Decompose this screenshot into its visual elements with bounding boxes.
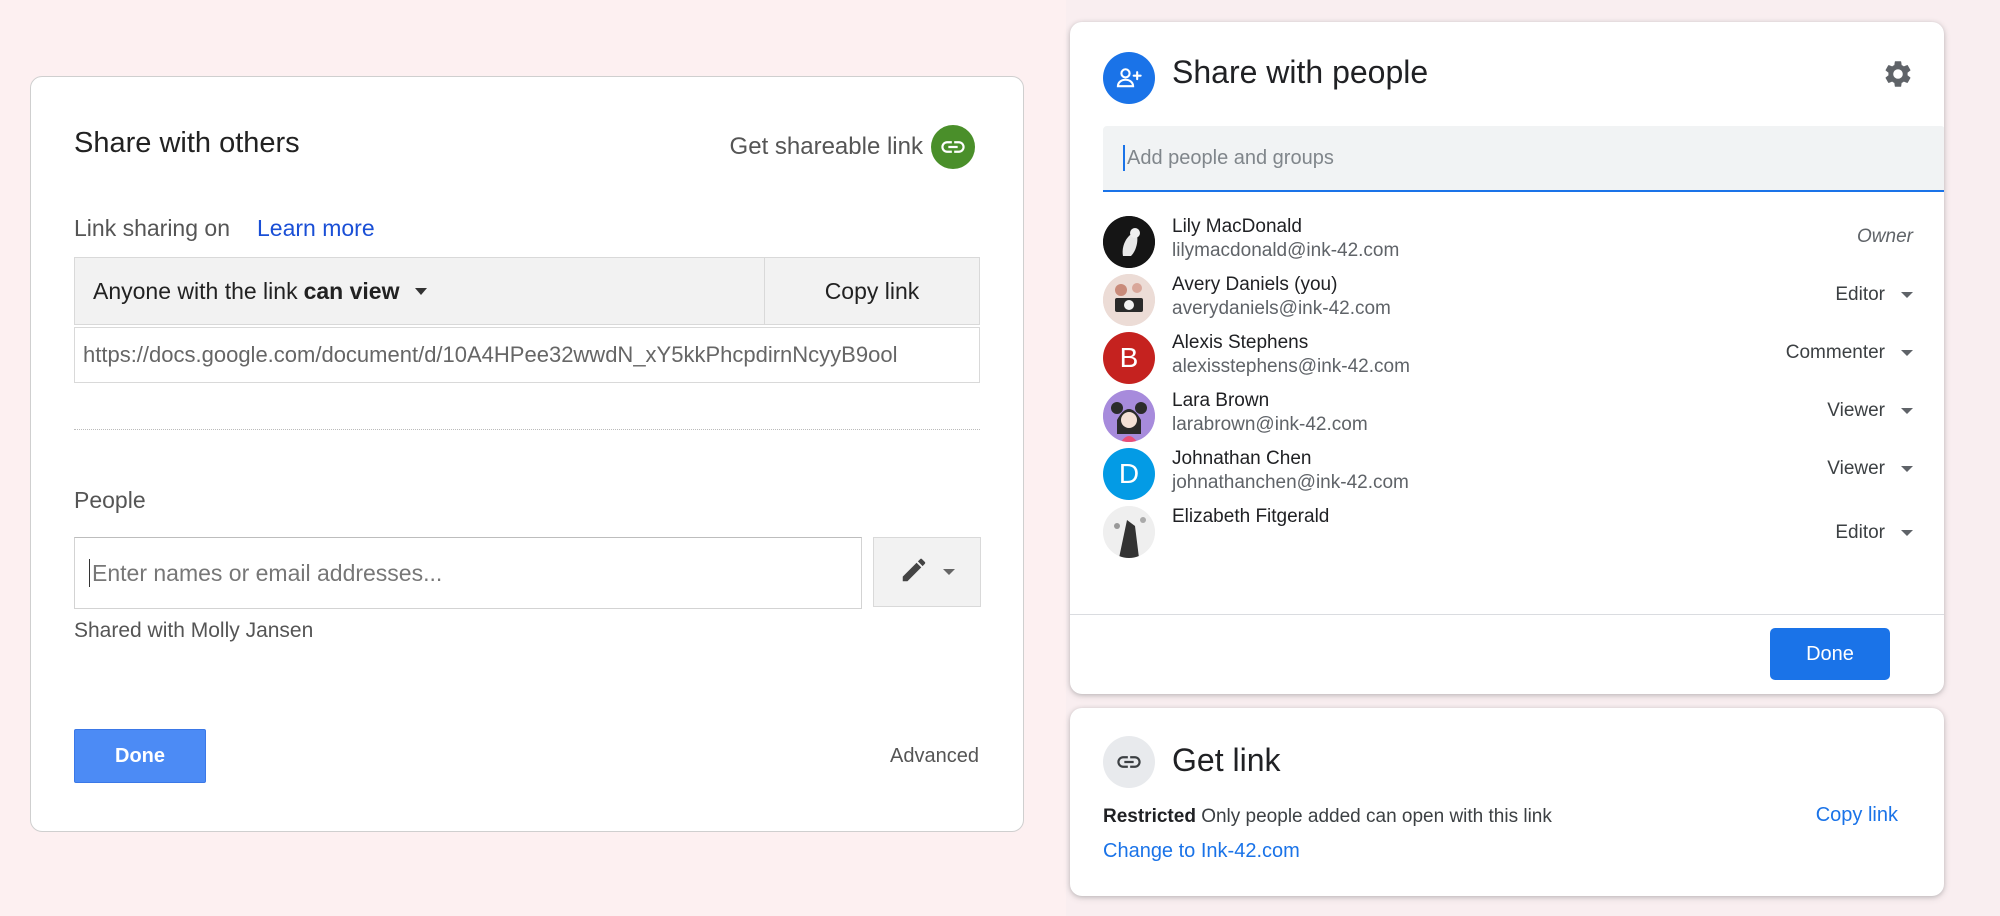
link-restriction-text: Restricted Only people added can open wi… — [1103, 806, 1552, 828]
person-email: johnathanchen@ink-42.com — [1172, 472, 1409, 493]
copy-link-button[interactable]: Copy link — [765, 258, 979, 324]
restriction-description: Only people added can open with this lin… — [1201, 806, 1552, 827]
text-cursor — [1123, 145, 1125, 171]
access-level: can view — [303, 277, 400, 304]
role-dropdown[interactable]: Viewer — [1827, 458, 1913, 480]
person-add-icon — [1103, 52, 1155, 104]
role-label: Editor — [1835, 522, 1885, 543]
chevron-down-icon — [415, 287, 428, 295]
chevron-down-icon — [1901, 466, 1913, 472]
person-name: Lily MacDonald — [1172, 216, 1302, 237]
chevron-down-icon — [1901, 408, 1913, 414]
link-access-row: Anyone with the link can view Copy link — [74, 257, 980, 325]
get-shareable-link-label: Get shareable link — [729, 133, 923, 160]
divider — [1070, 614, 1944, 615]
avatar — [1103, 274, 1155, 326]
avatar — [1103, 390, 1155, 442]
gear-icon[interactable] — [1882, 58, 1914, 95]
chevron-down-icon — [943, 569, 955, 575]
link-icon — [931, 125, 975, 169]
dialog-title: Share with people — [1172, 54, 1429, 90]
done-button[interactable]: Done — [74, 729, 206, 783]
shareable-url-field[interactable]: https://docs.google.com/document/d/10A4H… — [74, 327, 980, 383]
dialog-title: Share with others — [74, 127, 300, 159]
person-email: averydaniels@ink-42.com — [1172, 298, 1391, 319]
people-label: People — [74, 487, 146, 513]
person-role: Owner — [1857, 226, 1913, 248]
avatar — [1103, 506, 1155, 558]
person-name: Lara Brown — [1172, 390, 1270, 411]
get-link-panel: Get link Restricted Only people added ca… — [1070, 708, 1944, 896]
people-input[interactable]: Enter names or email addresses... — [74, 537, 862, 609]
get-link-title: Get link — [1172, 742, 1281, 778]
list-item: Lara Brown larabrown@ink-42.com Viewer — [1103, 386, 1913, 446]
pencil-icon — [899, 555, 929, 590]
link-icon — [1103, 736, 1155, 788]
list-item: D Johnathan Chen johnathanchen@ink-42.co… — [1103, 444, 1913, 504]
copy-link-button[interactable]: Copy link — [1816, 804, 1898, 827]
advanced-link[interactable]: Advanced — [890, 745, 979, 768]
list-item: Avery Daniels (you) averydaniels@ink-42.… — [1103, 270, 1913, 330]
list-item: Elizabeth Fitgerald Editor — [1103, 502, 1913, 562]
change-link-access-link[interactable]: Change to Ink-42.com — [1103, 840, 1300, 863]
avatar — [1103, 216, 1155, 268]
avatar-letter: D — [1118, 458, 1140, 489]
share-with-people-dialog: Share with people Add people and groups … — [1070, 22, 1944, 694]
chevron-down-icon — [1901, 350, 1913, 356]
text-cursor — [89, 559, 90, 587]
permission-dropdown[interactable] — [873, 537, 981, 607]
divider — [74, 429, 980, 430]
role-label: Owner — [1857, 226, 1913, 247]
role-dropdown[interactable]: Editor — [1835, 522, 1913, 544]
avatar-letter: B — [1119, 342, 1139, 373]
person-email: alexisstephens@ink-42.com — [1172, 356, 1410, 377]
person-name: Alexis Stephens — [1172, 332, 1309, 353]
chevron-down-icon — [1901, 530, 1913, 536]
link-sharing-status: Link sharing on — [74, 215, 230, 241]
role-label: Viewer — [1827, 458, 1885, 479]
list-item: B Alexis Stephens alexisstephens@ink-42.… — [1103, 328, 1913, 388]
avatar: D — [1103, 448, 1155, 500]
access-prefix: Anyone with the link — [93, 277, 298, 304]
person-email: larabrown@ink-42.com — [1172, 414, 1368, 435]
get-shareable-link-button[interactable]: Get shareable link — [730, 125, 975, 169]
avatar: B — [1103, 332, 1155, 384]
role-dropdown[interactable]: Viewer — [1827, 400, 1913, 422]
people-input-placeholder: Enter names or email addresses... — [92, 559, 443, 586]
people-list: Lily MacDonald lilymacdonald@ink-42.com … — [1070, 212, 1944, 614]
chevron-down-icon — [1901, 292, 1913, 298]
person-name: Johnathan Chen — [1172, 448, 1312, 469]
role-label: Commenter — [1785, 342, 1885, 363]
role-dropdown[interactable]: Commenter — [1786, 342, 1913, 364]
share-with-others-dialog: Share with others Get shareable link Lin… — [30, 76, 1024, 832]
add-people-input[interactable]: Add people and groups — [1103, 126, 1944, 192]
done-button[interactable]: Done — [1770, 628, 1890, 680]
link-access-dropdown[interactable]: Anyone with the link can view — [75, 258, 765, 324]
person-name: Avery Daniels (you) — [1172, 274, 1338, 295]
learn-more-link[interactable]: Learn more — [257, 215, 375, 242]
role-label: Viewer — [1827, 400, 1885, 421]
role-label: Editor — [1835, 284, 1885, 305]
role-dropdown[interactable]: Editor — [1835, 284, 1913, 306]
restriction-label: Restricted — [1103, 806, 1196, 827]
shared-with-text: Shared with Molly Jansen — [74, 619, 314, 642]
add-people-placeholder: Add people and groups — [1127, 146, 1334, 169]
list-item: Lily MacDonald lilymacdonald@ink-42.com … — [1103, 212, 1913, 272]
person-email: lilymacdonald@ink-42.com — [1172, 240, 1400, 261]
person-name: Elizabeth Fitgerald — [1172, 506, 1330, 527]
